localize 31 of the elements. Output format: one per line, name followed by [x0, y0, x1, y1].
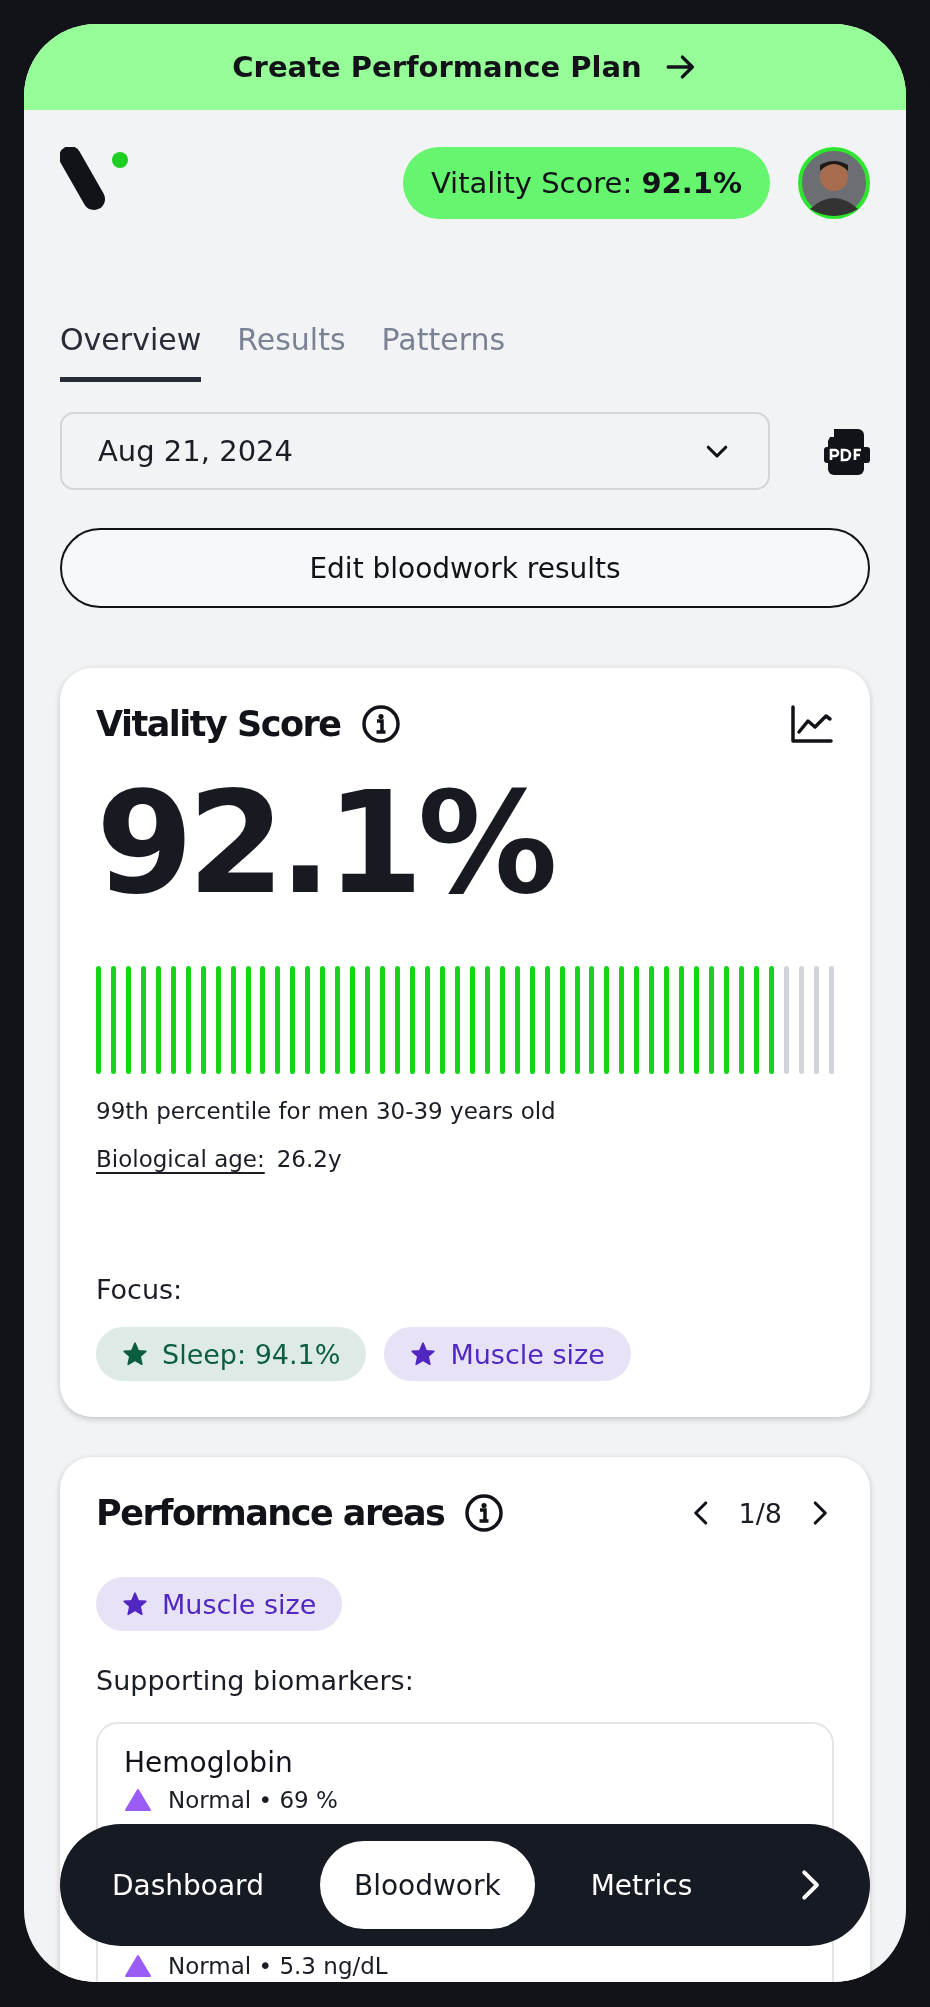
bio-age-link[interactable]: Biological age: [96, 1146, 265, 1172]
triangle-icon [124, 1954, 152, 1978]
biomarker-name: Hemoglobin [124, 1746, 294, 1779]
info-icon[interactable] [464, 1493, 505, 1533]
focus-tag[interactable]: Sleep: 94.1% [96, 1327, 367, 1381]
score-value: 92.1% [96, 774, 554, 914]
edit-results-button[interactable]: Edit bloodwork results [60, 528, 870, 608]
area-tag[interactable]: Muscle size [96, 1577, 343, 1631]
star-icon [122, 1341, 148, 1367]
pdf-icon[interactable] [824, 427, 870, 475]
vitality-score-pill[interactable]: Vitality Score: 92.1% [402, 147, 770, 219]
bio-age-value: 26.2y [276, 1146, 342, 1172]
card-title: Vitality Score [96, 704, 341, 744]
create-plan-banner[interactable]: Create Performance Plan [24, 24, 906, 110]
biomarker-status: Normal • 5.3 ng/dL [168, 1953, 388, 1979]
info-icon[interactable] [360, 704, 401, 744]
star-icon [410, 1341, 437, 1367]
percentile-text: 99th percentile for men 30-39 years old [96, 1098, 557, 1124]
nav-item[interactable]: Metrics [556, 1841, 727, 1929]
nav-item[interactable]: Bloodwork [319, 1841, 535, 1929]
focus-label: Focus: [96, 1274, 184, 1305]
page-counter: 1/8 [738, 1497, 782, 1529]
tab[interactable]: Overview [60, 322, 202, 382]
card-title: Performance areas [96, 1493, 445, 1533]
biomarker-status: Normal • 69 % [168, 1787, 338, 1813]
supporting-label: Supporting biomarkers: [96, 1665, 415, 1696]
line-chart-icon[interactable] [790, 704, 834, 744]
triangle-icon [124, 1788, 152, 1812]
date-select[interactable]: Aug 21, 2024 [60, 412, 770, 490]
star-icon [122, 1591, 148, 1617]
focus-tag[interactable]: Muscle size [384, 1327, 631, 1381]
